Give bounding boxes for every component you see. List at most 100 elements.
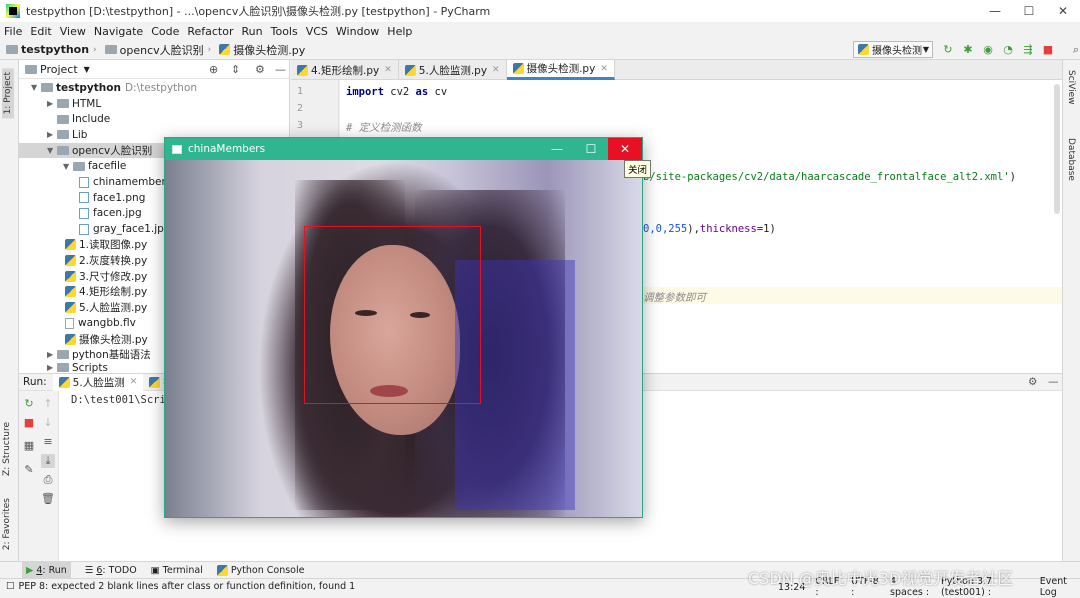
- close-tab-icon[interactable]: ✕: [384, 65, 392, 75]
- close-tab-icon[interactable]: ✕: [600, 64, 608, 74]
- minimize-button[interactable]: —: [978, 0, 1012, 22]
- breadcrumb-project[interactable]: testpython ›: [6, 43, 101, 56]
- breadcrumb-folder[interactable]: opencv人脸识别 ›: [104, 42, 216, 58]
- scroll-to-end-icon[interactable]: ⤓: [41, 454, 55, 468]
- menu-window[interactable]: Window: [336, 25, 379, 38]
- soft-wrap-icon[interactable]: ≡: [41, 435, 55, 449]
- tree-item-pyfile[interactable]: 5.人脸监测.py: [31, 300, 147, 316]
- code-token: =1): [756, 223, 776, 235]
- menu-code[interactable]: Code: [151, 25, 179, 38]
- close-button[interactable]: ✕: [608, 138, 642, 160]
- editor-scrollbar[interactable]: [1054, 84, 1060, 214]
- tool-tab-project[interactable]: 1: Project: [2, 68, 14, 119]
- editor-tab-label: 摄像头检测.py: [526, 63, 596, 75]
- menu-help[interactable]: Help: [387, 25, 412, 38]
- console-output[interactable]: D:\test001\Scrip: [71, 394, 172, 406]
- gear-icon[interactable]: ⚙: [1028, 376, 1037, 388]
- opencv-image-window[interactable]: chinaMembers — ☐ ✕: [164, 137, 643, 518]
- tree-item-folder[interactable]: ▶ python基础语法: [31, 347, 151, 363]
- maximize-button[interactable]: ☐: [574, 138, 608, 160]
- menu-refactor[interactable]: Refactor: [187, 25, 233, 38]
- tool-tab-python-console[interactable]: Python Console: [216, 564, 304, 576]
- folder-icon: [73, 161, 85, 171]
- menu-file[interactable]: File: [4, 25, 22, 38]
- tree-item-file[interactable]: face1.png: [31, 190, 145, 206]
- arrow-down-icon[interactable]: ↓: [41, 416, 55, 430]
- tree-label: gray_face1.jpg: [93, 223, 171, 236]
- menu-vcs[interactable]: VCS: [306, 25, 328, 38]
- rerun-icon[interactable]: ↻: [940, 42, 956, 58]
- tool-tab-terminal[interactable]: ▣ Terminal: [151, 565, 203, 576]
- minimize-button[interactable]: —: [540, 138, 574, 160]
- menu-navigate[interactable]: Navigate: [94, 25, 143, 38]
- stop-icon[interactable]: ■: [1040, 42, 1056, 58]
- layout-icon[interactable]: ▦: [22, 439, 36, 453]
- tree-item-file[interactable]: wangbb.flv: [31, 316, 136, 332]
- python-file-icon: [65, 302, 76, 314]
- tree-item-file[interactable]: facen.jpg: [31, 206, 142, 222]
- tree-item-pyfile[interactable]: 摄像头检测.py: [31, 331, 148, 347]
- editor-tab[interactable]: 5.人脸监测.py ✕: [399, 60, 507, 80]
- search-icon[interactable]: ⌕: [1068, 42, 1080, 58]
- build-icon[interactable]: ⇶: [1020, 42, 1036, 58]
- tree-item-include[interactable]: Include: [31, 111, 110, 127]
- tree-item-pyfile[interactable]: 1.读取图像.py: [31, 237, 147, 253]
- tool-tab-structure[interactable]: Z: Structure: [2, 422, 12, 476]
- tree-item-file[interactable]: gray_face1.jpg: [31, 221, 171, 237]
- tree-item-html[interactable]: ▶ HTML: [31, 96, 101, 112]
- tool-tab-run[interactable]: ▶ 4: Run: [22, 561, 71, 579]
- trash-icon[interactable]: 🗑: [41, 492, 55, 506]
- arrow-up-icon[interactable]: ↑: [41, 397, 55, 411]
- menu-run[interactable]: Run: [242, 25, 263, 38]
- stop-icon[interactable]: ■: [22, 416, 36, 430]
- tool-tab-todo[interactable]: ☰ 6: TODO: [85, 565, 137, 576]
- pycharm-logo-icon: [6, 4, 20, 18]
- menu-view[interactable]: View: [60, 25, 86, 38]
- code-number: 0,0,255: [643, 223, 688, 235]
- debug-icon[interactable]: ✱: [960, 42, 976, 58]
- tree-item-pyfile[interactable]: 4.矩形绘制.py: [31, 284, 147, 300]
- pin-icon[interactable]: ✎: [22, 463, 36, 477]
- opencv-window-titlebar[interactable]: chinaMembers — ☐ ✕: [165, 138, 642, 160]
- tree-item-pyfile[interactable]: 3.尺寸修改.py: [31, 268, 147, 284]
- editor-tab-active[interactable]: 摄像头检测.py ✕: [506, 60, 615, 80]
- run-config-select[interactable]: 摄像头检测 ▼: [853, 41, 933, 58]
- menu-tools[interactable]: Tools: [271, 25, 298, 38]
- tool-tab-sciview[interactable]: SciView: [1066, 70, 1076, 105]
- maximize-button[interactable]: ☐: [1012, 0, 1046, 22]
- tool-tab-database[interactable]: Database: [1066, 138, 1076, 181]
- profile-icon[interactable]: ◔: [1000, 42, 1016, 58]
- project-panel-title[interactable]: Project: [40, 63, 78, 76]
- python-file-icon: [858, 44, 869, 55]
- python-file-icon: [65, 255, 76, 267]
- event-log[interactable]: Event Log: [1040, 576, 1080, 598]
- gear-icon[interactable]: ⚙: [255, 63, 265, 76]
- coverage-icon[interactable]: ◉: [980, 42, 996, 58]
- rerun-icon[interactable]: ↻: [22, 397, 36, 411]
- locate-icon[interactable]: ⊕: [209, 63, 218, 76]
- tree-item-lib[interactable]: ▶ Lib: [31, 127, 87, 143]
- tree-item-testpython[interactable]: ▼ testpython D:\testpython: [31, 80, 197, 96]
- tree-item-pyfile[interactable]: 2.灰度转换.py: [31, 253, 147, 269]
- close-button[interactable]: ✕: [1046, 0, 1080, 22]
- tree-item-folder[interactable]: ▶ Scripts: [31, 363, 108, 373]
- run-label: Run:: [23, 376, 47, 388]
- collapse-icon[interactable]: ⇕: [231, 63, 240, 76]
- menu-edit[interactable]: Edit: [30, 25, 51, 38]
- run-tab[interactable]: 5.人脸监测 ✕: [52, 373, 144, 391]
- print-icon[interactable]: ⎙: [41, 473, 55, 487]
- close-tab-icon[interactable]: ✕: [130, 377, 138, 387]
- python-file-icon: [65, 239, 76, 251]
- breadcrumb-file[interactable]: 摄像头检测.py: [219, 42, 305, 58]
- tree-label: wangbb.flv: [78, 317, 136, 330]
- hide-icon[interactable]: —: [1048, 376, 1059, 388]
- hide-icon[interactable]: —: [275, 63, 286, 76]
- chevron-down-icon[interactable]: ▼: [84, 65, 90, 74]
- tool-tab-favorites[interactable]: 2: Favorites: [2, 498, 12, 550]
- image-file-icon: [79, 176, 89, 188]
- editor-tab[interactable]: 4.矩形绘制.py ✕: [291, 60, 399, 80]
- chevron-right-icon: ›: [93, 44, 97, 55]
- close-tab-icon[interactable]: ✕: [492, 65, 500, 75]
- status-message[interactable]: PEP 8: expected 2 blank lines after clas…: [19, 581, 356, 592]
- tree-item-facefile[interactable]: ▼ facefile: [31, 159, 126, 175]
